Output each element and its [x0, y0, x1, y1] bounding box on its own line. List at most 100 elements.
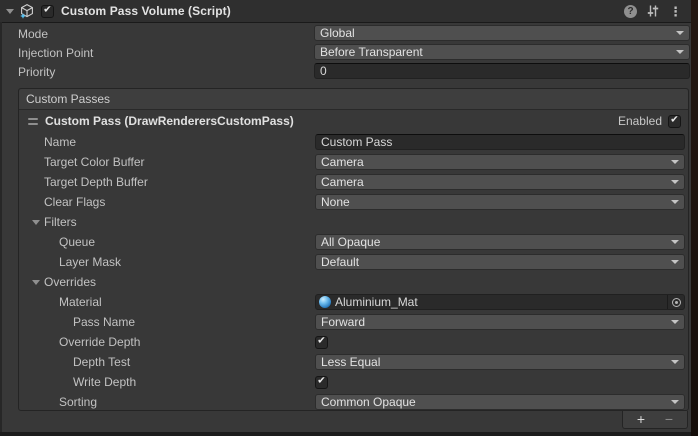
input-name[interactable]: Custom Pass [315, 134, 685, 150]
row-mode: Mode Global [0, 24, 691, 43]
row-injection-point: Injection Point Before Transparent [0, 43, 691, 62]
check-icon: ✔ [670, 116, 678, 126]
field-label: Target Depth Buffer [19, 175, 148, 189]
add-pass-button[interactable]: + [627, 412, 655, 427]
row-depth-test: Depth Test Less Equal [19, 352, 688, 372]
dropdown-value: None [321, 195, 667, 209]
field-label: Sorting [19, 395, 97, 409]
custom-passes-box: Custom Passes Custom Pass (DrawRenderers… [18, 88, 689, 411]
row-target-depth-buffer: Target Depth Buffer Camera [19, 172, 688, 192]
chevron-down-icon [676, 31, 684, 35]
dropdown-value: Global [320, 26, 672, 40]
field-label: Overrides [44, 275, 96, 289]
dropdown-value: All Opaque [321, 235, 667, 249]
window-edge-left [0, 22, 2, 436]
help-icon[interactable]: ? [624, 5, 637, 18]
dropdown-mode[interactable]: Global [314, 25, 690, 41]
list-footer: + − [622, 411, 688, 429]
drag-handle-icon[interactable] [28, 118, 38, 125]
check-icon: ✔ [317, 377, 325, 387]
field-label: Layer Mask [19, 255, 121, 269]
dropdown-target-depth-buffer[interactable]: Camera [315, 174, 685, 190]
field-label: Name [19, 135, 76, 149]
checkbox-write-depth[interactable]: ✔ [315, 376, 328, 389]
presets-icon[interactable] [646, 4, 660, 18]
pass-enabled-checkbox[interactable]: ✔ [668, 115, 681, 128]
row-target-color-buffer: Target Color Buffer Camera [19, 152, 688, 172]
dropdown-value: Camera [321, 175, 667, 189]
custom-passes-header: Custom Passes [19, 89, 688, 110]
chevron-down-icon [671, 360, 679, 364]
dropdown-value: Default [321, 255, 667, 269]
pass-list-item-header[interactable]: Custom Pass (DrawRenderersCustomPass) En… [19, 110, 688, 132]
row-overrides[interactable]: Overrides [19, 272, 688, 292]
checkbox-field: ✔ [315, 374, 685, 390]
foldout-chevron-icon[interactable] [32, 280, 40, 285]
component-fields: Mode Global Injection Point Before Transpar… [0, 24, 691, 81]
remove-pass-button[interactable]: − [655, 412, 683, 427]
dropdown-value: Before Transparent [320, 45, 672, 59]
row-filters[interactable]: Filters [19, 212, 688, 232]
foldout-chevron-icon[interactable] [6, 9, 14, 14]
field-label: Injection Point [0, 46, 93, 60]
chevron-down-icon [676, 50, 684, 54]
input-priority[interactable]: 0 [314, 63, 690, 79]
chevron-down-icon [671, 240, 679, 244]
custom-passes-title: Custom Passes [26, 92, 110, 106]
chevron-down-icon [671, 180, 679, 184]
dropdown-pass-name[interactable]: Forward [315, 314, 685, 330]
dropdown-value: Camera [321, 155, 667, 169]
chevron-down-icon [671, 400, 679, 404]
dropdown-sorting[interactable]: Common Opaque [315, 394, 685, 410]
input-value: Custom Pass [321, 135, 392, 149]
dropdown-target-color-buffer[interactable]: Camera [315, 154, 685, 170]
row-layer-mask: Layer Mask Default [19, 252, 688, 272]
dropdown-injection-point[interactable]: Before Transparent [314, 44, 690, 60]
field-label: Depth Test [19, 355, 130, 369]
row-queue: Queue All Opaque [19, 232, 688, 252]
dropdown-depth-test[interactable]: Less Equal [315, 354, 685, 370]
row-material: Material Aluminium_Mat [19, 292, 688, 312]
dropdown-value: Less Equal [321, 355, 667, 369]
object-field-material[interactable]: Aluminium_Mat [315, 294, 685, 310]
dropdown-value: Forward [321, 315, 667, 329]
field-label: Mode [0, 27, 48, 41]
checkbox-override-depth[interactable]: ✔ [315, 336, 328, 349]
pass-fields: Name Custom Pass Target Color Buffer Camera… [19, 132, 688, 412]
component-enabled-checkbox[interactable]: ✔ [41, 5, 54, 18]
dropdown-value: Common Opaque [321, 395, 667, 409]
checkbox-field: ✔ [315, 334, 685, 350]
field-label: Pass Name [19, 315, 135, 329]
chevron-down-icon [671, 260, 679, 264]
unity-inspector: ✔ Custom Pass Volume (Script) ? ⋮ Mode Gl… [0, 0, 698, 436]
dropdown-layer-mask[interactable]: Default [315, 254, 685, 270]
row-override-depth: Override Depth ✔ [19, 332, 688, 352]
field-label: Material [19, 295, 102, 309]
window-edge-bottom [0, 432, 691, 436]
row-write-depth: Write Depth✔ [19, 372, 688, 392]
dropdown-queue[interactable]: All Opaque [315, 234, 685, 250]
foldout-chevron-icon[interactable] [32, 220, 40, 225]
dropdown-clear-flags[interactable]: None [315, 194, 685, 210]
field-label: Filters [44, 215, 77, 229]
field-label: Priority [0, 65, 55, 79]
field-label: Clear Flags [19, 195, 105, 209]
kebab-menu-icon[interactable]: ⋮ [669, 5, 682, 18]
chevron-down-icon [671, 320, 679, 324]
row-clear-flags: Clear Flags None [19, 192, 688, 212]
field-label: Target Color Buffer [19, 155, 145, 169]
chevron-down-icon [671, 160, 679, 164]
row-sorting: Sorting Common Opaque [19, 392, 688, 412]
row-priority: Priority 0 [0, 62, 691, 81]
row-pass-name: Pass Name Forward [19, 312, 688, 332]
pass-title: Custom Pass (DrawRenderersCustomPass) [45, 114, 294, 128]
check-icon: ✔ [317, 337, 325, 347]
script-cube-icon [19, 3, 35, 19]
enabled-label: Enabled [618, 114, 662, 128]
component-title: Custom Pass Volume (Script) [61, 4, 231, 18]
field-label: Override Depth [19, 335, 140, 349]
component-header: ✔ Custom Pass Volume (Script) ? ⋮ [0, 0, 691, 23]
field-label: Queue [19, 235, 95, 249]
material-sphere-icon [319, 296, 331, 308]
object-picker-icon[interactable] [667, 295, 684, 309]
